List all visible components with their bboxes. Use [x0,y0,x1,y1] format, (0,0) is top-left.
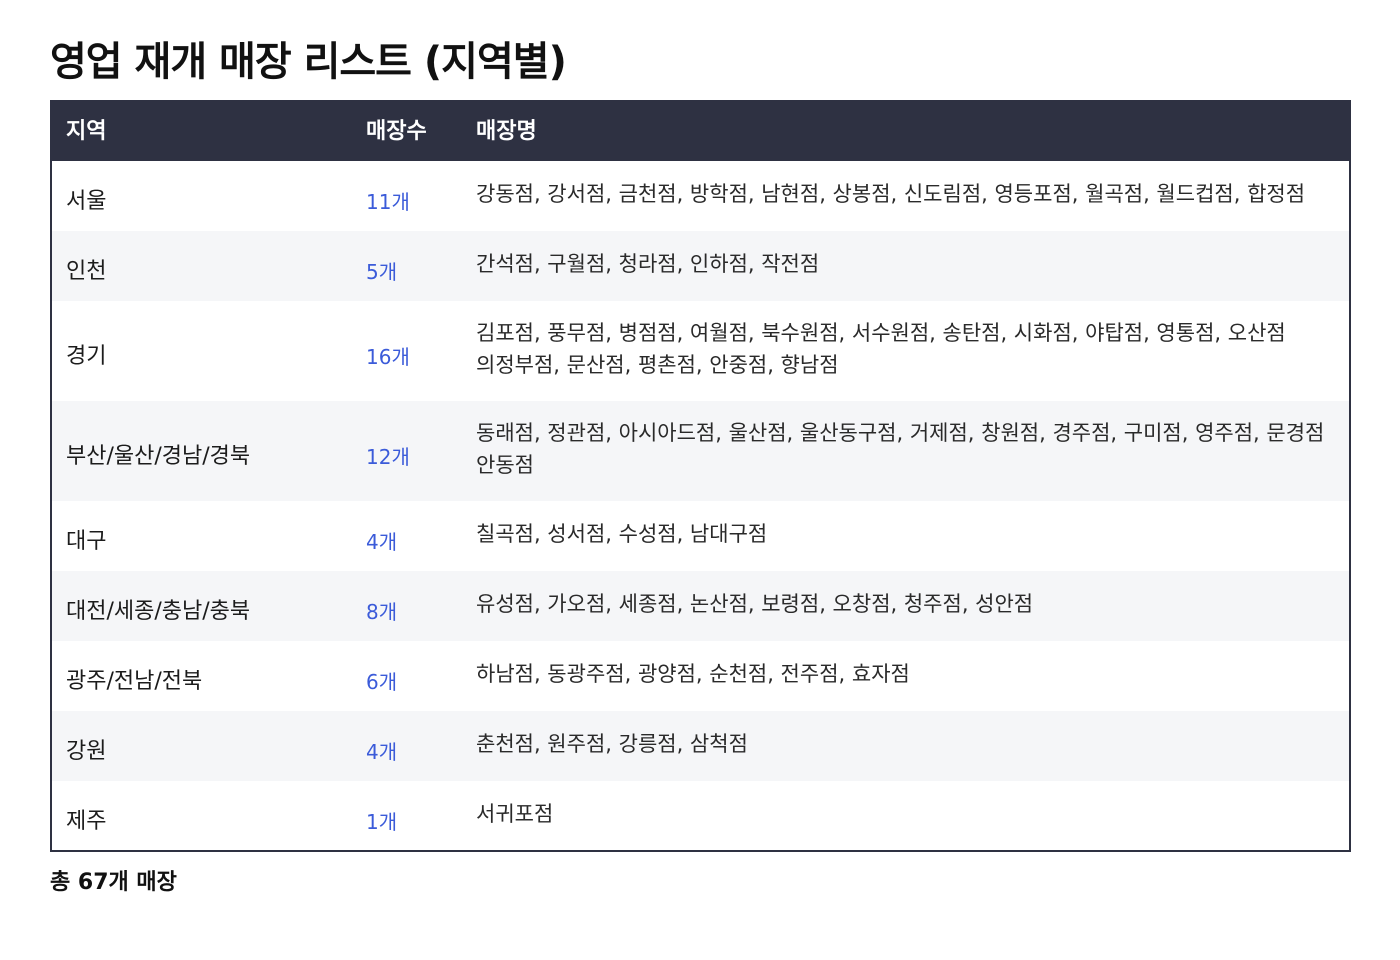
store-names-cell: 서귀포점 [476,781,1350,851]
region-cell: 서울 [66,189,107,214]
store-names-cell: 간석점, 구월점, 청라점, 인하점, 작전점 [476,231,1350,301]
table-row: 인천 5개 간석점, 구월점, 청라점, 인하점, 작전점 [51,231,1350,301]
table-row: 경기 16개 김포점, 풍무점, 병점점, 여월점, 북수원점, 서수원점, 송… [51,301,1350,401]
region-cell: 인천 [66,259,107,284]
store-names-line: 춘천점, 원주점, 강릉점, 삼척점 [476,732,748,756]
store-names-line: 의정부점, 문산점, 평촌점, 안중점, 향남점 [476,353,839,377]
store-names-line: 안동점 [476,453,534,477]
table-row: 제주 1개 서귀포점 [51,781,1350,851]
store-names-cell: 동래점, 정관점, 아시아드점, 울산점, 울산동구점, 거제점, 창원점, 경… [476,401,1350,501]
store-table: 지역 매장수 매장명 서울 11개 강동점, 강서점, 금천점, 방학점, 남현… [50,100,1351,852]
store-count-cell: 1개 [366,809,398,834]
store-names-cell: 유성점, 가오점, 세종점, 논산점, 보령점, 오창점, 청주점, 성안점 [476,571,1350,641]
table-row: 강원 4개 춘천점, 원주점, 강릉점, 삼척점 [51,711,1350,781]
store-names-line: 하남점, 동광주점, 광양점, 순천점, 전주점, 효자점 [476,662,910,686]
store-count-cell: 4개 [366,740,398,764]
store-count-cell: 11개 [366,190,410,214]
store-names-line: 유성점, 가오점, 세종점, 논산점, 보령점, 오창점, 청주점, 성안점 [476,592,1034,616]
table-row: 대전/세종/충남/충북 8개 유성점, 가오점, 세종점, 논산점, 보령점, … [51,571,1350,641]
region-cell: 제주 [66,808,107,834]
table-header-row: 지역 매장수 매장명 [51,101,1350,161]
table-body: 서울 11개 강동점, 강서점, 금천점, 방학점, 남현점, 상봉점, 신도림… [51,161,1350,851]
store-names-cell: 김포점, 풍무점, 병점점, 여월점, 북수원점, 서수원점, 송탄점, 시화점… [476,301,1350,401]
header-count: 매장수 [366,118,427,144]
store-count-cell: 6개 [366,670,398,694]
total-store-count: 총 67개 매장 [50,870,177,895]
region-cell: 부산/울산/경남/경북 [66,444,251,469]
store-count-cell: 5개 [366,260,398,284]
header-stores: 매장명 [476,118,537,144]
header-region: 지역 [66,118,107,144]
store-count-cell: 4개 [366,530,398,554]
table-row: 부산/울산/경남/경북 12개 동래점, 정관점, 아시아드점, 울산점, 울산… [51,401,1350,501]
region-cell: 광주/전남/전북 [66,669,203,694]
store-names-cell: 강동점, 강서점, 금천점, 방학점, 남현점, 상봉점, 신도림점, 영등포점… [476,161,1350,231]
store-names-line: 서귀포점 [476,801,554,826]
region-cell: 대전/세종/충남/충북 [66,599,251,624]
store-count-cell: 8개 [366,600,398,624]
store-names-line: 간석점, 구월점, 청라점, 인하점, 작전점 [476,252,820,276]
store-count-cell: 16개 [366,345,410,369]
table-row: 대구 4개 칠곡점, 성서점, 수성점, 남대구점 [51,501,1350,571]
store-names-line: 강동점, 강서점, 금천점, 방학점, 남현점, 상봉점, 신도림점, 영등포점… [476,182,1306,206]
store-names-line: 김포점, 풍무점, 병점점, 여월점, 북수원점, 서수원점, 송탄점, 시화점… [476,321,1286,345]
page: 영업 재개 매장 리스트 (지역별) 지역 매장수 매장명 서울 11개 강동점… [0,0,1400,960]
table-header: 지역 매장수 매장명 [51,101,1350,161]
store-names-line: 칠곡점, 성서점, 수성점, 남대구점 [476,522,768,546]
table-row: 서울 11개 강동점, 강서점, 금천점, 방학점, 남현점, 상봉점, 신도림… [51,161,1350,231]
table-row: 광주/전남/전북 6개 하남점, 동광주점, 광양점, 순천점, 전주점, 효자… [51,641,1350,711]
region-cell: 대구 [66,529,107,554]
store-count-cell: 12개 [366,445,410,469]
store-names-cell: 춘천점, 원주점, 강릉점, 삼척점 [476,711,1350,781]
region-cell: 강원 [66,739,107,764]
region-cell: 경기 [66,344,107,369]
store-names-cell: 칠곡점, 성서점, 수성점, 남대구점 [476,501,1350,571]
store-names-line: 동래점, 정관점, 아시아드점, 울산점, 울산동구점, 거제점, 창원점, 경… [476,421,1325,445]
store-names-cell: 하남점, 동광주점, 광양점, 순천점, 전주점, 효자점 [476,641,1350,711]
page-title: 영업 재개 매장 리스트 (지역별) [50,39,567,85]
